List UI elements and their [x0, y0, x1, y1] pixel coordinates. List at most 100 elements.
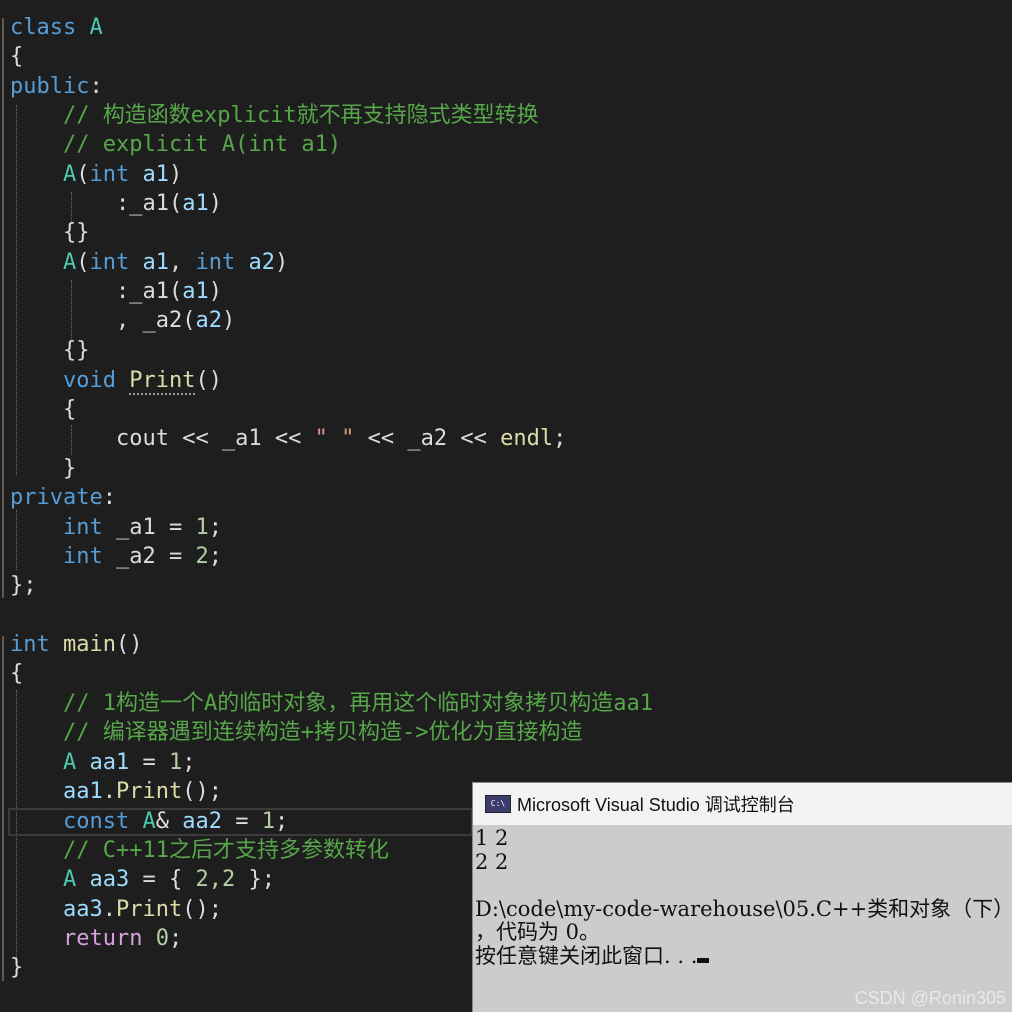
initializer: :_a1 — [115, 191, 169, 216]
keyword: return — [62, 926, 143, 951]
console-title: Microsoft Visual Studio 调试控制台 — [517, 795, 795, 815]
member: _a2 — [115, 544, 156, 569]
number: 1 — [168, 750, 183, 775]
type-name: A — [142, 809, 156, 834]
code-line[interactable]: { — [10, 659, 23, 688]
comment: // 1构造一个A的临时对象，再用这个临时对象拷贝构造aa1 — [62, 691, 653, 716]
code-line[interactable]: , _a2(a2) — [10, 306, 235, 335]
keyword: class — [10, 15, 77, 40]
code-line[interactable]: int _a2 = 2; — [10, 542, 222, 571]
param: a1 — [182, 191, 209, 216]
code-line[interactable]: }; — [10, 571, 37, 600]
code-line[interactable]: cout << _a1 << " " << _a2 << endl; — [10, 424, 566, 453]
console-output[interactable]: 1 22 2 D:\code\my-code-warehouse\05.C++类和… — [473, 825, 1012, 968]
type-name: A — [62, 867, 77, 892]
code-line[interactable]: :_a1(a1) — [10, 189, 222, 218]
fold-marker-class[interactable] — [2, 18, 4, 598]
param: a2 — [248, 250, 275, 275]
number: 1 — [195, 515, 209, 540]
code-line[interactable]: private: — [10, 483, 116, 512]
fold-marker-main[interactable] — [2, 636, 4, 981]
access-specifier: private — [10, 485, 103, 510]
debug-console-window[interactable]: C:\ Microsoft Visual Studio 调试控制台 1 22 2… — [472, 782, 1012, 1012]
console-title-bar[interactable]: C:\ Microsoft Visual Studio 调试控制台 — [473, 783, 1012, 825]
keyword: int — [62, 544, 103, 569]
variable: aa2 — [182, 809, 222, 834]
keyword: int — [62, 515, 103, 540]
code-line[interactable]: return 0; — [10, 924, 182, 953]
function-name: Print — [129, 368, 196, 395]
code-line[interactable]: A(int a1) — [10, 160, 182, 189]
identifier: cout — [115, 426, 169, 451]
brace: { — [62, 397, 77, 422]
function-name: Print — [115, 897, 183, 922]
class-name: A — [89, 15, 103, 40]
number: 2,2 — [195, 867, 236, 892]
console-line: D:\code\my-code-warehouse\05.C++类和对象（下） — [475, 896, 1012, 921]
keyword: int — [89, 162, 130, 187]
code-line[interactable]: A aa1 = 1; — [10, 748, 196, 777]
console-line: 1 2 — [475, 826, 509, 850]
code-line[interactable]: // 编译器遇到连续构造+拷贝构造->优化为直接构造 — [10, 718, 582, 747]
param: a1 — [182, 279, 209, 304]
ctor-name: A — [62, 250, 77, 275]
keyword: const — [62, 809, 130, 834]
variable: aa3 — [89, 867, 130, 892]
console-line: ，代码为 0。 — [475, 920, 601, 944]
console-line: 2 2 — [475, 849, 509, 874]
code-line[interactable]: int _a1 = 1; — [10, 513, 222, 542]
code-line[interactable]: } — [10, 454, 76, 483]
code-line[interactable]: aa3.Print(); — [10, 895, 222, 924]
type-name: A — [62, 750, 77, 775]
body: {} — [62, 220, 90, 245]
member: _a1 — [221, 426, 262, 451]
code-line[interactable]: // 构造函数explicit就不再支持隐式类型转换 — [10, 101, 539, 130]
console-prompt: 按任意键关闭此窗口. . . — [475, 943, 698, 968]
function-name: main — [63, 632, 116, 657]
keyword: int — [10, 632, 50, 657]
code-line[interactable]: int main() — [10, 630, 142, 659]
code-line[interactable]: {} — [10, 336, 90, 365]
console-app-icon: C:\ — [485, 795, 511, 813]
body: {} — [62, 338, 90, 363]
code-line[interactable]: // 1构造一个A的临时对象，再用这个临时对象拷贝构造aa1 — [10, 689, 653, 718]
code-line[interactable]: void Print() — [10, 366, 222, 395]
initializer: :_a1 — [115, 279, 169, 304]
code-line[interactable]: {} — [10, 218, 90, 247]
brace: } — [10, 955, 24, 980]
code-line[interactable]: class A — [10, 13, 103, 42]
code-line[interactable]: // C++11之后才支持多参数转化 — [10, 836, 389, 865]
brace: }; — [10, 573, 37, 598]
comment: // 编译器遇到连续构造+拷贝构造->优化为直接构造 — [62, 720, 583, 745]
comment: // C++11之后才支持多参数转化 — [62, 838, 389, 863]
code-line[interactable]: A aa3 = { 2,2 }; — [10, 865, 275, 894]
code-line[interactable]: } — [10, 953, 23, 982]
console-line: 按任意键关闭此窗口. . . — [475, 943, 1012, 969]
brace: { — [10, 661, 24, 686]
code-line[interactable]: // explicit A(int a1) — [10, 130, 341, 159]
code-line[interactable]: { — [10, 42, 23, 71]
code-line[interactable]: { — [10, 395, 76, 424]
number: 0 — [155, 926, 169, 951]
param: a1 — [142, 250, 169, 275]
ctor-name: A — [62, 162, 77, 187]
colon: : — [89, 74, 103, 99]
code-line[interactable]: A(int a1, int a2) — [10, 248, 288, 277]
keyword: void — [62, 368, 116, 393]
number: 1 — [261, 809, 275, 834]
string-literal: " " — [314, 426, 355, 451]
variable: aa1 — [89, 750, 130, 775]
variable: aa1 — [62, 779, 103, 804]
access-specifier: public — [10, 74, 90, 99]
comment: // 构造函数explicit就不再支持隐式类型转换 — [62, 103, 539, 128]
keyword: int — [195, 250, 236, 275]
comment: // explicit A(int a1) — [62, 132, 342, 157]
variable: aa3 — [62, 897, 103, 922]
param: a2 — [195, 308, 222, 333]
code-line[interactable]: aa1.Print(); — [10, 777, 222, 806]
code-line[interactable]: const A& aa2 = 1; — [10, 807, 288, 836]
initializer: , _a2 — [115, 308, 183, 333]
code-line[interactable]: :_a1(a1) — [10, 277, 222, 306]
code-line[interactable]: public: — [10, 72, 103, 101]
